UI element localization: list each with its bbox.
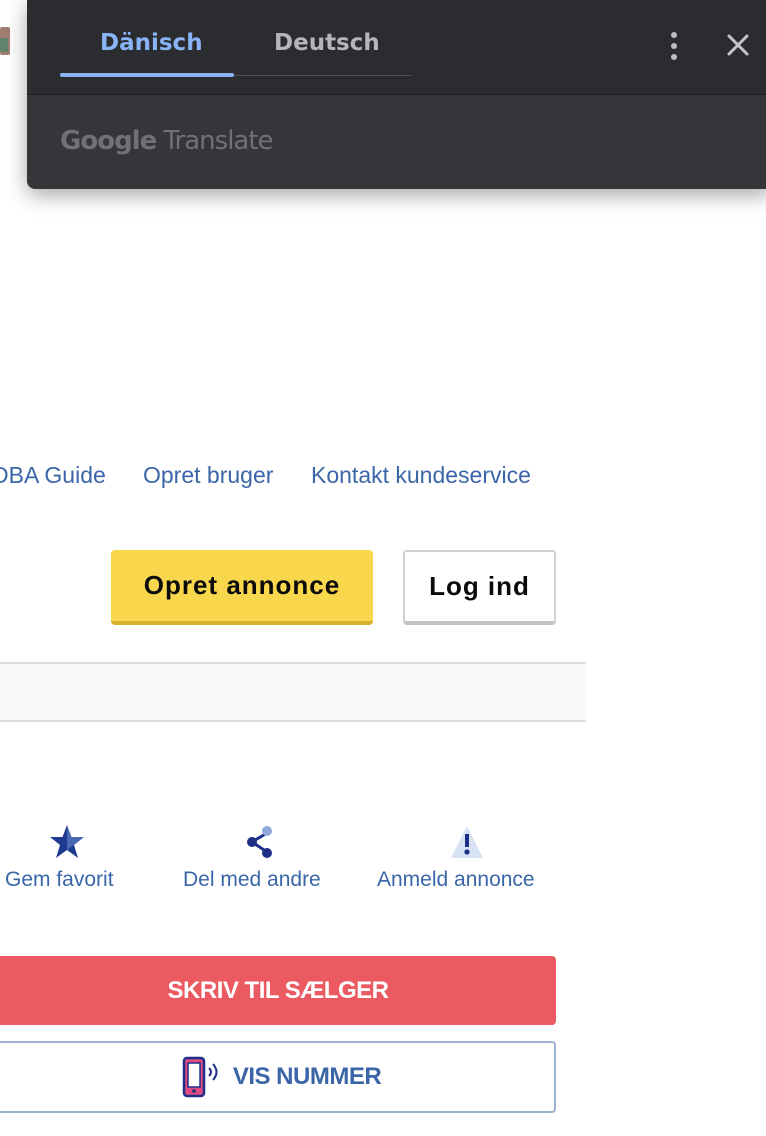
search-bar-band[interactable] xyxy=(0,662,586,722)
report-ad-label: Anmeld annonce xyxy=(377,868,535,891)
tab-danish[interactable]: Dänisch xyxy=(100,30,203,56)
link-customer-service[interactable]: Kontakt kundeservice xyxy=(311,462,531,489)
share-action[interactable]: Del med andre xyxy=(182,818,342,898)
close-icon[interactable] xyxy=(722,29,754,61)
warning-icon xyxy=(451,826,483,858)
active-tab-indicator xyxy=(60,73,234,77)
tab-german[interactable]: Deutsch xyxy=(274,30,380,56)
create-ad-button[interactable]: Opret annonce xyxy=(111,550,373,625)
brand-google: Google xyxy=(60,126,157,156)
phone-icon xyxy=(182,1056,218,1098)
write-seller-button[interactable]: SKRIV TIL SÆLGER xyxy=(0,956,556,1025)
save-favorite-action[interactable]: Gem favorit xyxy=(0,818,132,898)
star-icon xyxy=(50,825,84,858)
share-icon xyxy=(247,826,272,858)
link-create-user[interactable]: Opret bruger xyxy=(143,462,273,489)
translate-popup-header: Dänisch Deutsch xyxy=(27,0,766,95)
show-number-button[interactable]: VIS NUMMER xyxy=(0,1041,556,1113)
google-translate-brand: Google Translate xyxy=(60,126,274,156)
translate-popup: Dänisch Deutsch Google Translate xyxy=(27,0,766,189)
avatar-fragment-detail xyxy=(0,38,8,52)
login-button[interactable]: Log ind xyxy=(403,550,556,625)
more-vert-icon[interactable] xyxy=(664,30,684,62)
report-ad-action[interactable]: Anmeld annonce xyxy=(376,818,558,898)
share-label: Del med andre xyxy=(183,868,321,891)
show-number-label: VIS NUMMER xyxy=(232,1063,382,1090)
link-dba-guide[interactable]: DBA Guide xyxy=(0,462,106,489)
brand-translate: Translate xyxy=(163,126,274,156)
save-favorite-label: Gem favorit xyxy=(5,868,114,891)
